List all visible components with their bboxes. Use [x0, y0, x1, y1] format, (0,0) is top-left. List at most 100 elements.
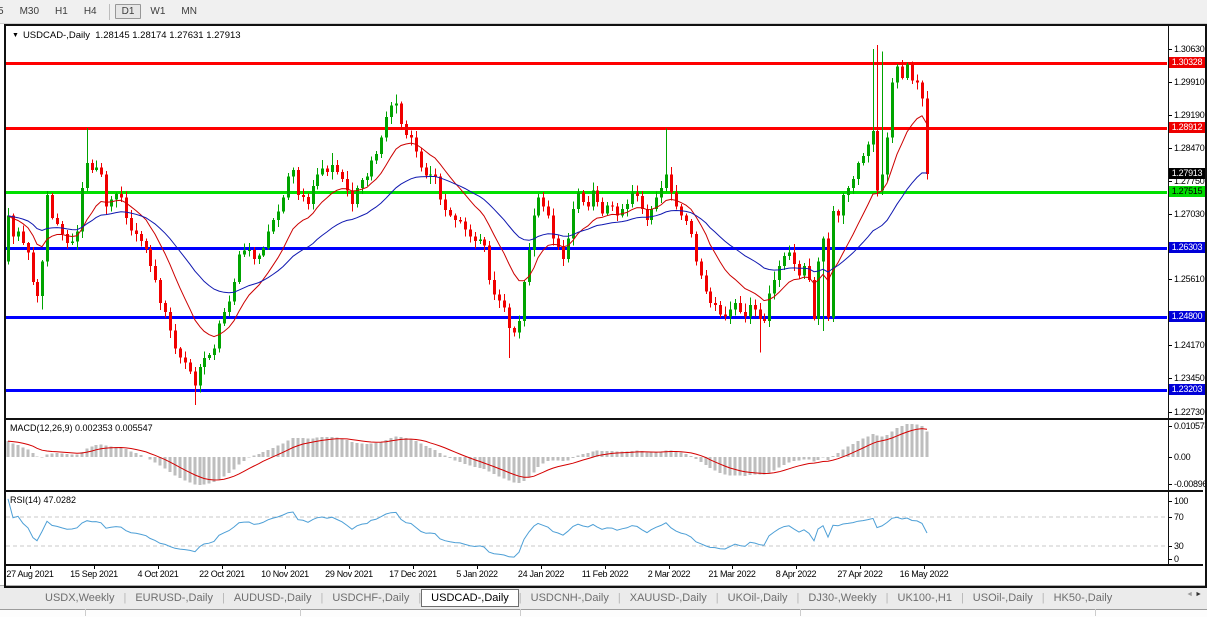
symbol-tab-dj30[interactable]: DJ30-,Weekly [799, 589, 885, 607]
candle-body [577, 192, 580, 209]
candle-body [312, 185, 315, 205]
timeframe-button-h1[interactable]: H1 [48, 4, 75, 19]
candle-body [336, 165, 339, 173]
candle-body [542, 197, 545, 207]
date-label: 29 Nov 2021 [325, 569, 373, 579]
candle-body [277, 211, 280, 221]
symbol-tab-eurusd[interactable]: EURUSD-,Daily [126, 589, 222, 607]
candle-body [685, 215, 688, 222]
candle-body [238, 254, 241, 283]
level-line-1.24800[interactable] [6, 316, 1167, 319]
candle-body [803, 266, 806, 276]
tab-scroll-right-icon[interactable]: ► [1195, 591, 1204, 598]
symbol-tab-audusd[interactable]: AUDUSD-,Daily [225, 589, 321, 607]
symbol-tab-bar: USDX,Weekly | EURUSD-,Daily | AUDUSD-,Daily |… [0, 585, 1207, 609]
timeframe-button-w1[interactable]: W1 [143, 4, 172, 19]
candle-body [86, 162, 89, 189]
candle-body [714, 302, 717, 306]
candle-body [258, 255, 261, 260]
candle-body [906, 64, 909, 79]
main-chart-canvas[interactable] [0, 26, 1168, 418]
candle-body [405, 123, 408, 135]
symbol-tab-ukoil[interactable]: UKOil-,Daily [719, 589, 797, 607]
symbol-tab-usdcad[interactable]: USDCAD-,Daily [421, 588, 519, 607]
rsi-indicator-label: RSI(14) 47.0282 [10, 495, 76, 505]
level-line-1.30328[interactable] [6, 62, 1167, 65]
candle-body [734, 302, 737, 310]
candle-body [326, 168, 329, 173]
rsi-name: RSI(14) [10, 495, 42, 505]
candle-body [857, 162, 860, 179]
indicator-axis-label: 0 [1174, 554, 1179, 564]
candle-body [513, 328, 516, 333]
level-line-1.28912[interactable] [6, 127, 1167, 130]
symbol-tab-xauusd[interactable]: XAUUSD-,Daily [621, 589, 716, 607]
candle-body [439, 176, 442, 200]
timeframe-button-5[interactable]: 5 [0, 4, 11, 19]
candle-body [626, 204, 629, 209]
candle-body [822, 238, 825, 262]
timeframe-button-m30[interactable]: M30 [13, 4, 46, 19]
candle-body [537, 197, 540, 216]
candle-body [7, 215, 10, 262]
candle-body [778, 266, 781, 280]
candle-body [518, 321, 521, 333]
timeframe-button-mn[interactable]: MN [174, 4, 204, 19]
candle-body [115, 194, 118, 200]
tab-scroll-left-icon[interactable]: ◄ [1186, 591, 1195, 598]
candle-body [464, 221, 467, 230]
candle-body [675, 192, 678, 207]
candle-body [749, 305, 752, 317]
candle-body [149, 249, 152, 267]
symbol-tab-usdx[interactable]: USDX,Weekly [36, 589, 123, 607]
candle-body [248, 250, 251, 252]
level-badge-1.26303: 1.26303 [1169, 242, 1205, 253]
macd-signal-line [7, 428, 928, 481]
candle-body [709, 291, 712, 303]
candle-body [646, 208, 649, 221]
candle-body [282, 197, 285, 212]
candle-body [120, 194, 123, 198]
rsi-panel-canvas[interactable] [0, 492, 1168, 564]
symbol-tab-hk50[interactable]: HK50-,Daily [1045, 589, 1122, 607]
candle-body [17, 231, 20, 237]
candle-body [660, 188, 663, 198]
candle-body [606, 205, 609, 214]
candle-body [773, 279, 776, 294]
candle-body [921, 82, 924, 99]
candle-body [316, 174, 319, 186]
candle-body [429, 174, 432, 176]
date-label: 16 May 2022 [899, 569, 949, 579]
candle-body [759, 309, 762, 319]
dropdown-icon[interactable]: ▼ [12, 32, 19, 39]
timeframe-button-d1[interactable]: D1 [114, 4, 142, 19]
candle-body [926, 98, 929, 174]
candle-body [700, 261, 703, 276]
level-line-1.23203[interactable] [6, 389, 1167, 392]
date-label: 27 Aug 2021 [6, 569, 54, 579]
candle-body [41, 261, 44, 296]
candle-body [832, 211, 835, 318]
macd-panel-canvas[interactable] [0, 420, 1168, 490]
candle-body [243, 250, 246, 255]
symbol-tab-usoil[interactable]: USOil-,Daily [964, 589, 1042, 607]
symbol-tab-usdchf[interactable]: USDCHF-,Daily [323, 589, 418, 607]
candle-body [729, 309, 732, 317]
level-line-1.27515[interactable] [6, 191, 1167, 194]
date-label: 24 Jan 2022 [517, 569, 565, 579]
level-line-1.26303[interactable] [6, 247, 1167, 250]
symbol-tab-uk100[interactable]: UK100-,H1 [889, 589, 961, 607]
timeframe-button-h4[interactable]: H4 [77, 4, 104, 19]
candle-body [135, 230, 138, 235]
macd-histogram [6, 424, 929, 485]
candle-body [876, 130, 879, 191]
candle-body [587, 201, 590, 207]
rsi-value: 47.0282 [43, 495, 77, 505]
candle-body [213, 348, 216, 356]
rsi-dates-separator [6, 564, 1203, 566]
candle-body [636, 192, 639, 196]
price-tick-label: 1.27030 [1174, 209, 1205, 219]
candle-body [479, 239, 482, 241]
candle-body [523, 282, 526, 322]
symbol-tab-usdcnh[interactable]: USDCNH-,Daily [522, 589, 618, 607]
